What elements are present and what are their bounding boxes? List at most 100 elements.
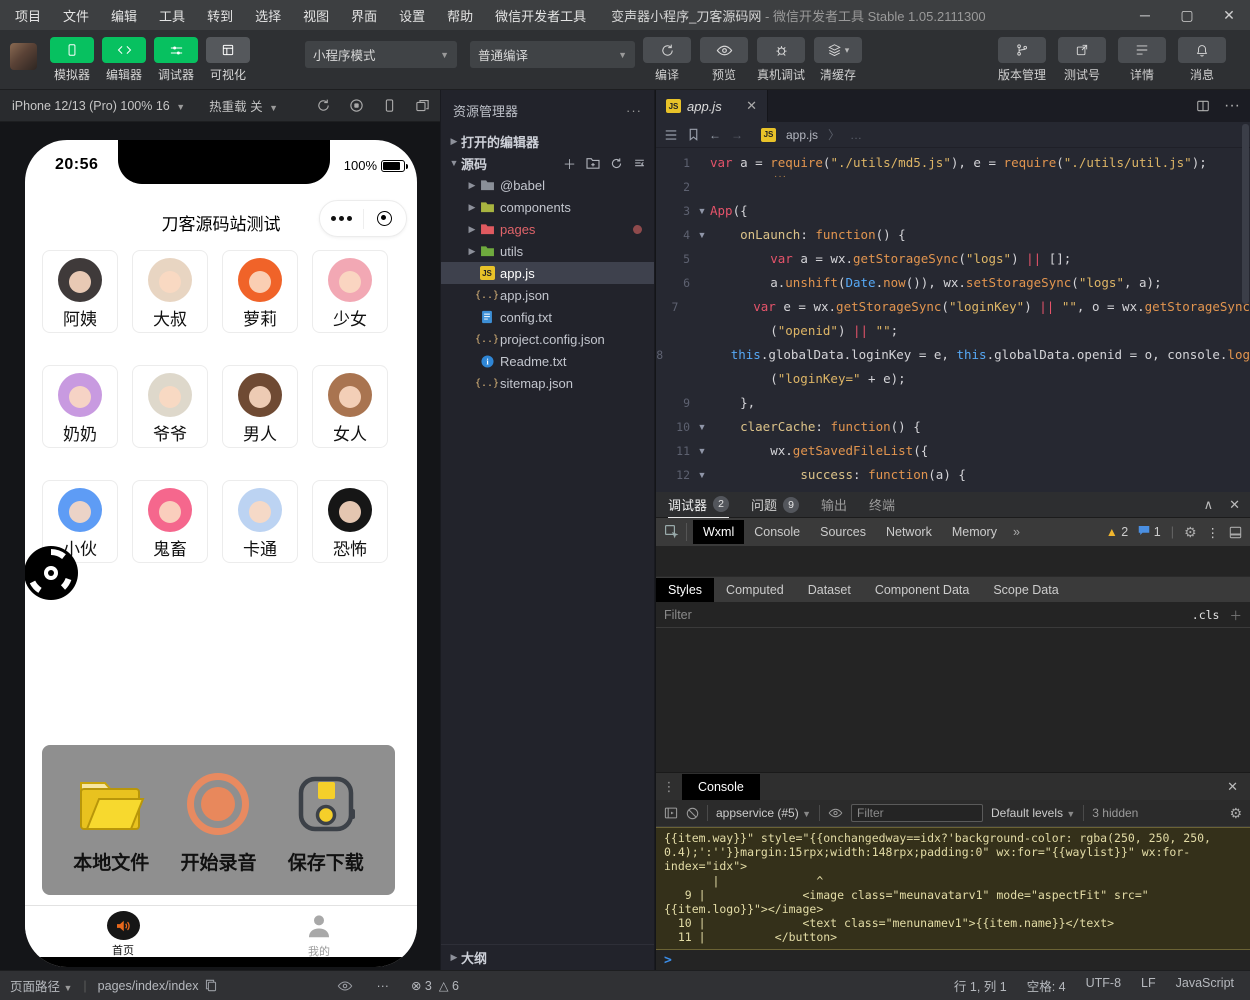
code-line[interactable]: 10 ▼ claerCache: function() { [656,415,1250,439]
toolbar-button-测试号[interactable]: 测试号 [1058,37,1106,83]
nav-back-icon[interactable]: ← [709,128,721,142]
code-line[interactable]: 12 ▼ success: function(a) { [656,463,1250,487]
code-line[interactable]: 6 a.unshift(Date.now()), wx.setStorageSy… [656,271,1250,295]
exit-button[interactable] [364,211,407,226]
devtools-tab-Sources[interactable]: Sources [810,520,876,544]
page-path-select[interactable]: 页面路径 ▼ [10,976,72,995]
context-select[interactable]: appservice (#5) ▼ [716,806,811,820]
code-line[interactable]: ("loginKey=" + e); [656,367,1250,391]
console-prompt[interactable]: > [656,950,1250,972]
split-editor-icon[interactable] [1196,97,1210,115]
console-tab[interactable]: Console [682,773,760,800]
code-line[interactable]: 2 [656,175,1250,199]
devtools-settings-icon[interactable]: ⚙ [1184,524,1197,541]
code-line[interactable]: 1 var a = require("./utils/md5.js"), e = … [656,151,1250,182]
clear-console-icon[interactable] [686,807,699,820]
toolbar-button-清缓存[interactable]: ▾ 清缓存 [814,37,863,83]
fold-icon[interactable]: ▼ [694,199,710,223]
editor-more-icon[interactable]: ··· [1224,97,1240,115]
close-button[interactable]: ✕ [1208,0,1250,30]
sim-refresh-icon[interactable] [316,98,331,113]
status-item[interactable]: UTF-8 [1086,976,1121,995]
more-button[interactable] [320,216,363,221]
action-保存下载[interactable]: 保存下载 [288,766,364,875]
toolbar-button-调试器[interactable]: 调试器 [152,37,200,83]
cd-disc-icon[interactable] [25,544,80,602]
menu-视图[interactable]: 视图 [292,6,340,25]
hidden-count[interactable]: 3 hidden [1092,806,1138,820]
styles-tab-Scope-Data[interactable]: Scope Data [981,578,1070,602]
menu-设置[interactable]: 设置 [388,6,436,25]
menu-微信开发者工具[interactable]: 微信开发者工具 [484,6,597,25]
sim-window-icon[interactable] [415,98,430,113]
tabbar-我的[interactable]: 我的 [221,906,417,958]
code-line[interactable]: 3 ▼ App({ [656,199,1250,223]
editor-tab-appjs[interactable]: JS app.js ✕ [656,90,768,122]
tree-item-Readme.txt[interactable]: i Readme.txt [441,350,654,372]
panel-collapse-icon[interactable]: ∧ [1204,497,1214,513]
toolbar-button-真机调试[interactable]: 真机调试 [757,37,806,83]
panel-close-icon[interactable]: ✕ [1229,497,1240,513]
message-count[interactable]: 1 [1138,525,1161,539]
cls-button[interactable]: .cls [1192,608,1220,622]
status-item[interactable]: JavaScript [1176,976,1234,995]
menu-工具[interactable]: 工具 [148,6,196,25]
hot-reload-toggle[interactable]: 热重载 关 ▼ [209,96,278,115]
code-line[interactable]: 7 var e = wx.getStorageSync("loginKey") … [656,295,1250,319]
devtools-tab-Memory[interactable]: Memory [942,520,1007,544]
panel-tab-输出[interactable]: 输出 [821,492,847,518]
toolbar-button-编辑器[interactable]: 编辑器 [100,37,148,83]
bookmark-icon[interactable] [688,128,699,141]
toolbar-button-详情[interactable]: 详情 [1118,37,1166,83]
drawer-close-icon[interactable]: ✕ [1227,779,1238,795]
panel-tab-调试器[interactable]: 调试器 2 [668,492,730,518]
action-本地文件[interactable]: 本地文件 [73,766,149,875]
warning-count[interactable]: ▲ 2 [1106,525,1128,539]
voice-card-恐怖[interactable]: 恐怖 [312,480,388,563]
toolbar-button-编译[interactable]: 编译 [643,37,691,83]
outline-list-icon[interactable] [664,129,678,141]
toolbar-button-预览[interactable]: 预览 [700,37,748,83]
more-tabs-icon[interactable]: » [1013,525,1020,539]
minimize-button[interactable]: ─ [1124,0,1166,30]
tree-item-utils[interactable]: ▶ utils [441,240,654,262]
menu-界面[interactable]: 界面 [340,6,388,25]
toolbar-button-模拟器[interactable]: 模拟器 [48,37,96,83]
tree-item-pages[interactable]: ▶ pages [441,218,654,240]
devtools-tab-Console[interactable]: Console [744,520,810,544]
menu-项目[interactable]: 项目 [4,6,52,25]
panel-tab-问题[interactable]: 问题 9 [751,492,800,518]
voice-card-女人[interactable]: 女人 [312,365,388,448]
tree-item-@babel[interactable]: ▶ @babel [441,174,654,196]
collapse-all-icon[interactable] [633,154,646,173]
fold-icon[interactable]: ▼ [694,415,710,439]
nav-forward-icon[interactable]: → [731,128,743,142]
compile-select[interactable]: 普通编译 ▼ [470,41,635,68]
add-style-icon[interactable]: ＋ [1229,605,1242,624]
toolbar-button-消息[interactable]: 消息 [1178,37,1226,83]
source-section[interactable]: ▼ 源码 ＋ [441,152,654,174]
tree-item-project.config.json[interactable]: {..} project.config.json [441,328,654,350]
drawer-kebab-icon[interactable]: ⋮ [656,779,682,795]
toolbar-button-版本管理[interactable]: 版本管理 [997,37,1046,83]
levels-select[interactable]: Default levels ▼ [991,806,1075,820]
voice-card-卡通[interactable]: 卡通 [222,480,298,563]
voice-card-男人[interactable]: 男人 [222,365,298,448]
code-line[interactable]: 11 ▼ wx.getSavedFileList({ [656,439,1250,463]
copy-path-icon[interactable] [205,979,217,992]
menu-选择[interactable]: 选择 [244,6,292,25]
tree-item-sitemap.json[interactable]: {..} sitemap.json [441,372,654,394]
menu-帮助[interactable]: 帮助 [436,6,484,25]
code-line[interactable]: 4 ▼ onLaunch: function() { [656,223,1250,247]
menu-文件[interactable]: 文件 [52,6,100,25]
code-line[interactable]: 9 }, [656,391,1250,415]
fold-icon[interactable]: ▼ [694,439,710,463]
action-开始录音[interactable]: 开始录音 [180,766,257,875]
styles-tab-Component-Data[interactable]: Component Data [863,578,982,602]
new-folder-icon[interactable] [586,154,600,173]
fold-icon[interactable]: ▼ [694,223,710,247]
voice-card-阿姨[interactable]: 阿姨 [42,250,118,333]
breadcrumb-more[interactable]: … [850,128,862,142]
menu-编辑[interactable]: 编辑 [100,6,148,25]
device-select[interactable]: iPhone 12/13 (Pro) 100% 16 ▼ [12,99,185,113]
